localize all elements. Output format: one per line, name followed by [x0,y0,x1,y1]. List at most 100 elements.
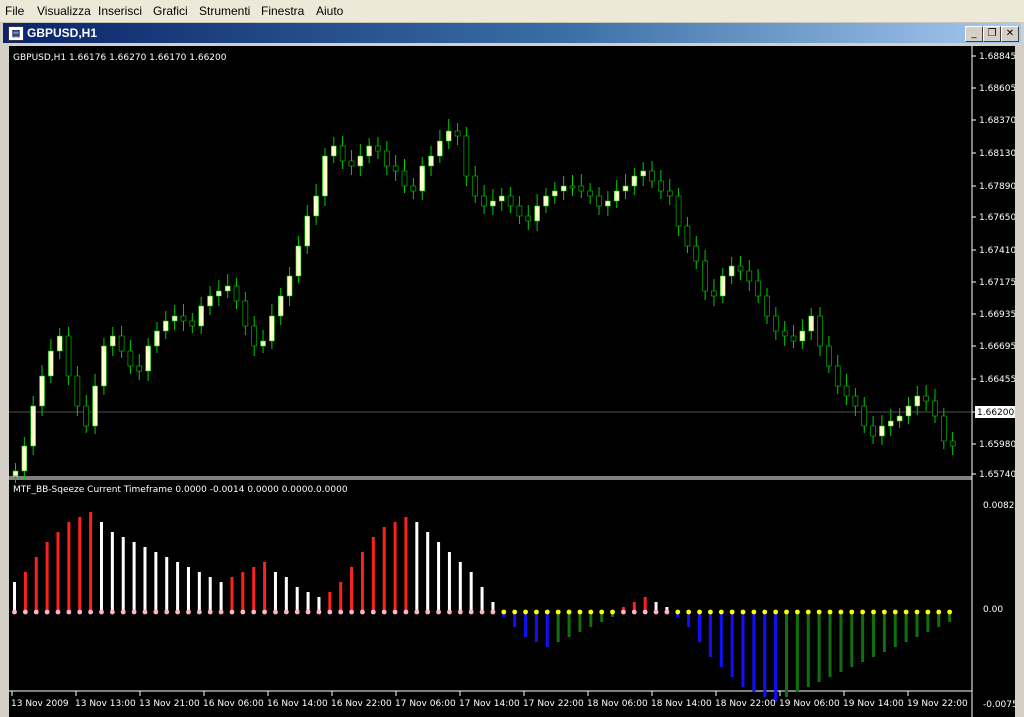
candle-body [224,285,231,292]
squeeze-dot [631,609,637,615]
title-bar[interactable]: ▤ GBPUSD,H1 _ ❐ ✕ [3,23,1021,43]
candle-body [428,155,434,167]
squeeze-dot [740,609,746,615]
menu-file[interactable]: File [5,4,24,18]
chart-canvas[interactable]: GBPUSD,H1 1.66176 1.66270 1.66170 1.6620… [9,46,1015,717]
time-tick-label: 18 Nov 22:00 [715,699,776,709]
histogram-bar [426,532,430,612]
candle-body [401,170,408,187]
candle-body [242,300,249,327]
squeeze-dot [490,609,496,615]
candle-body [207,295,213,307]
time-tick-label: 13 Nov 13:00 [75,699,136,709]
indicator-tick-label: -0.0075 [983,700,1015,710]
squeeze-dot [936,609,942,615]
histogram-bar [469,572,473,612]
histogram-bar [926,612,930,632]
candle-body [463,135,470,177]
squeeze-dot [664,609,670,615]
squeeze-dot [12,609,17,615]
squeeze-dot [708,609,713,615]
time-tick-label: 16 Nov 06:00 [203,699,264,709]
candle-body [286,275,293,297]
squeeze-dot [501,609,507,615]
price-chart-header: GBPUSD,H1 1.66176 1.66270 1.66170 1.6620… [13,53,227,63]
restore-button[interactable]: ❐ [983,26,1001,42]
time-tick-label: 18 Nov 14:00 [651,699,712,709]
squeeze-dot [283,609,289,615]
menu-visualizza[interactable]: Visualizza [37,4,91,18]
candle-body [136,365,143,372]
histogram-bar [524,612,528,637]
histogram-bar [785,612,789,697]
squeeze-dot [881,609,887,615]
candle-body [861,405,868,427]
current-price-label: 1.66200 [977,408,1014,418]
histogram-bar [382,527,386,612]
squeeze-dot [273,609,278,615]
squeeze-dot [33,609,39,615]
candle-body [587,190,593,197]
histogram-bar [806,612,810,687]
candle-body [277,295,284,317]
histogram-bar [306,592,310,612]
candle-body [808,315,815,332]
menu-finestra[interactable]: Finestra [261,4,304,18]
candle-body [613,190,620,202]
candle-body [534,205,540,222]
menu-inserisci[interactable]: Inserisci [98,4,142,18]
candle-body [357,155,364,167]
squeeze-dot [544,609,550,615]
histogram-bar [328,592,332,612]
candle-body [454,130,461,137]
time-tick-label: 16 Nov 14:00 [267,699,328,709]
histogram-bar [154,552,158,612]
histogram-bar [774,612,778,702]
candle-body [781,330,788,337]
time-tick-label: 13 Nov 21:00 [139,699,200,709]
histogram-bar [339,582,343,612]
candle-body [552,190,558,197]
candle-body [101,345,107,387]
price-tick-label: 1.66455 [979,375,1015,385]
time-tick-label: 19 Nov 06:00 [779,699,840,709]
candle-body [12,470,19,477]
time-tick-label: 19 Nov 22:00 [907,699,968,709]
histogram-bar [904,612,908,642]
candle-body [728,265,735,277]
candle-body [923,395,929,402]
histogram-bar [273,572,277,612]
histogram-bar [230,577,234,612]
squeeze-dot [120,609,126,615]
squeeze-dot [436,609,441,615]
histogram-bar [447,552,451,612]
candle-body [92,385,98,427]
time-tick-label: 16 Nov 22:00 [331,699,392,709]
minimize-button[interactable]: _ [965,26,983,42]
price-tick-label: 1.67175 [979,278,1015,288]
candle-body [339,145,346,162]
histogram-bar [404,517,408,612]
candle-body [887,420,894,427]
histogram-bar [89,512,93,612]
squeeze-dot [892,609,898,615]
menu-grafici[interactable]: Grafici [153,4,188,18]
squeeze-dot [762,609,768,615]
candle-body [366,145,372,157]
squeeze-dot [838,609,844,615]
squeeze-dot [947,609,953,615]
histogram-bar [350,567,354,612]
chart-svg[interactable]: GBPUSD,H1 1.66176 1.66270 1.66170 1.6620… [9,46,1015,717]
histogram-bar [13,582,16,612]
menu-aiuto[interactable]: Aiuto [316,4,343,18]
candle-body [790,335,797,342]
histogram-bar [861,612,865,662]
candle-body [216,290,222,297]
close-button[interactable]: ✕ [1001,26,1019,42]
candle-body [189,320,196,327]
squeeze-dot [240,609,246,615]
histogram-bar [241,572,245,612]
candle-body [605,200,611,207]
menu-strumenti[interactable]: Strumenti [199,4,250,18]
histogram-bar [67,522,71,612]
